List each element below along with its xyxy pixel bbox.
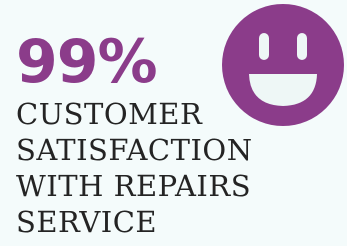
right-eye (297, 33, 307, 60)
satisfaction-stat: 99% CUSTOMER SATISFACTION WITH REPAIRS S… (0, 0, 347, 246)
caption-line-1: CUSTOMER (16, 97, 203, 131)
caption-line-4: SERVICE (16, 205, 158, 239)
smiley-face-icon (222, 4, 344, 126)
face-circle (222, 4, 344, 126)
caption-line-2: SATISFACTION (16, 133, 253, 167)
satisfaction-caption: CUSTOMER SATISFACTION WITH REPAIRS SERVI… (16, 96, 253, 240)
satisfaction-percentage: 99% (16, 27, 158, 97)
caption-line-3: WITH REPAIRS (16, 169, 252, 203)
left-eye (259, 33, 269, 60)
